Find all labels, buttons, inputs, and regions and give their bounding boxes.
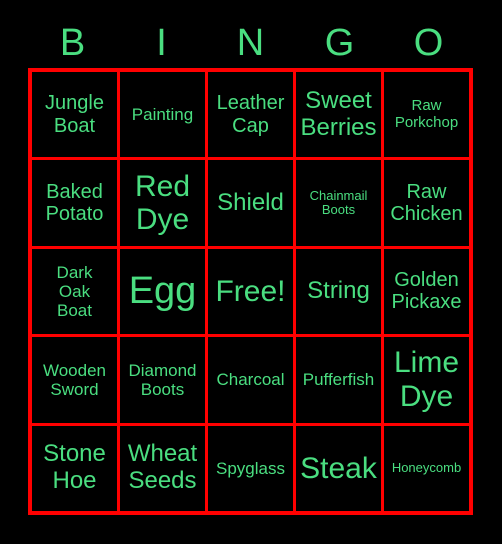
header-letter-b: B	[59, 22, 86, 64]
bingo-cell-label: Golden Pickaxe	[391, 269, 462, 314]
bingo-cell-label: Red Dye	[134, 169, 191, 237]
header-letter-n: N	[236, 22, 265, 64]
bingo-cell[interactable]: Leather Cap	[208, 72, 293, 158]
bingo-cell[interactable]: Stone Hoe	[32, 425, 117, 511]
bingo-cell-label: Leather Cap	[216, 92, 285, 137]
bingo-header-row: B I N G O	[28, 18, 473, 68]
bingo-cell[interactable]: Red Dye	[120, 160, 205, 246]
bingo-cell[interactable]: Wheat Seeds	[120, 425, 205, 511]
bingo-cell-label: Free!	[215, 274, 286, 308]
bingo-cell-label: Jungle Boat	[45, 92, 104, 137]
bingo-cell[interactable]: Golden Pickaxe	[384, 248, 469, 335]
bingo-cell-label: String	[307, 277, 370, 305]
bingo-cell[interactable]: Raw Porkchop	[384, 72, 469, 158]
bingo-cell[interactable]: Dark Oak Boat	[32, 248, 117, 335]
bingo-cell-label: Diamond Boots	[128, 360, 197, 399]
bingo-cell-label: Lime Dye	[393, 346, 460, 413]
header-letter-i: I	[156, 22, 167, 64]
bingo-cell[interactable]: Wooden Sword	[32, 337, 117, 423]
bingo-cell[interactable]: Steak	[296, 425, 381, 511]
bingo-cell[interactable]: Egg	[120, 248, 205, 335]
bingo-cell-label: Shield	[217, 188, 284, 216]
bingo-cell-label: Raw Chicken	[390, 180, 463, 226]
bingo-cell[interactable]: Honeycomb	[384, 425, 469, 511]
bingo-cell[interactable]: Spyglass	[208, 425, 293, 511]
bingo-cell-label: Chainmail Boots	[309, 187, 368, 218]
bingo-cell-label: Wheat Seeds	[127, 440, 198, 495]
bingo-cell-label: Honeycomb	[391, 460, 462, 476]
bingo-cell[interactable]: Jungle Boat	[32, 72, 117, 158]
bingo-cell[interactable]: Painting	[120, 72, 205, 158]
bingo-cell-label: Raw Porkchop	[394, 96, 459, 131]
bingo-cell[interactable]: Shield	[208, 160, 293, 246]
bingo-cell[interactable]: Raw Chicken	[384, 160, 469, 246]
bingo-cell[interactable]: String	[296, 248, 381, 335]
bingo-cell-label: Egg	[128, 270, 197, 313]
bingo-cell-label: Painting	[131, 105, 194, 125]
bingo-cell[interactable]: Baked Potato	[32, 160, 117, 246]
bingo-cell-label: Sweet Berries	[300, 86, 377, 141]
bingo-cell-free[interactable]: Free!	[208, 248, 293, 335]
bingo-cell[interactable]: Chainmail Boots	[296, 160, 381, 246]
bingo-cell[interactable]: Pufferfish	[296, 337, 381, 423]
bingo-card: B I N G O Jungle Boat Painting Leather C…	[0, 0, 502, 544]
bingo-cell-label: Charcoal	[216, 370, 285, 390]
bingo-cell-label: Pufferfish	[302, 370, 375, 390]
bingo-cell[interactable]: Lime Dye	[384, 337, 469, 423]
bingo-grid: Jungle Boat Painting Leather Cap Sweet B…	[28, 68, 473, 515]
header-letter-o: O	[413, 22, 444, 64]
header-letter-g: G	[324, 22, 355, 64]
bingo-cell-label: Stone Hoe	[43, 440, 106, 495]
bingo-cell-label: Steak	[300, 451, 377, 485]
bingo-cell[interactable]: Charcoal	[208, 337, 293, 423]
bingo-cell-label: Baked Potato	[45, 180, 104, 226]
bingo-cell[interactable]: Diamond Boots	[120, 337, 205, 423]
bingo-cell-label: Spyglass	[216, 458, 285, 478]
bingo-cell-label: Wooden Sword	[42, 360, 106, 399]
bingo-cell[interactable]: Sweet Berries	[296, 72, 381, 158]
bingo-cell-label: Dark Oak Boat	[56, 262, 93, 320]
